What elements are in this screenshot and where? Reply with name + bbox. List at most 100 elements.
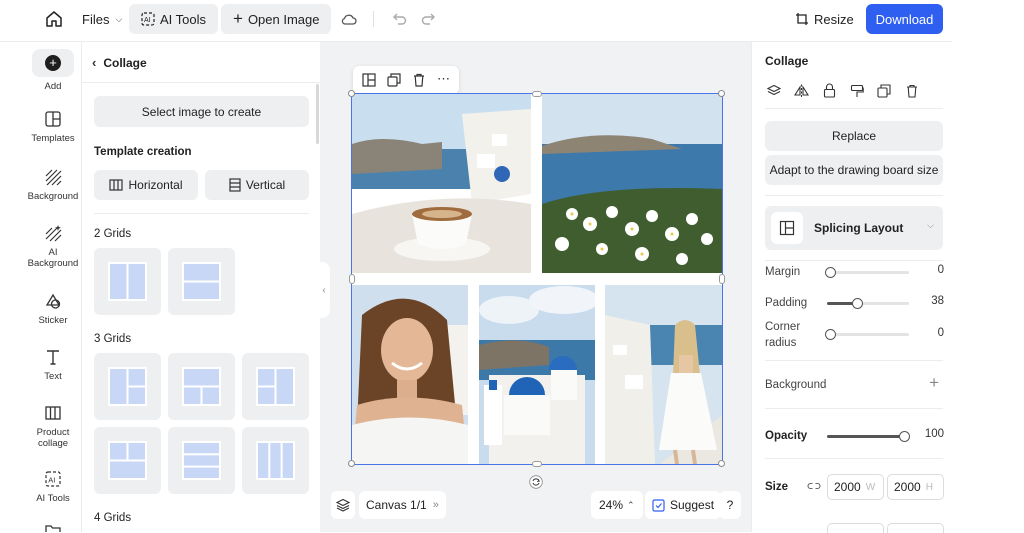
zoom-selector[interactable]: 24% ⌃ — [591, 491, 643, 519]
resize-handle[interactable] — [719, 274, 725, 284]
files-menu[interactable]: Files ⌵ — [80, 4, 124, 34]
resize-handle[interactable] — [532, 91, 542, 97]
collage-panel: ‹ Collage Select image to create Templat… — [82, 42, 320, 532]
adapt-size-button[interactable]: Adapt to the drawing board size — [765, 155, 943, 185]
resize-handle[interactable] — [348, 90, 355, 97]
collage-canvas[interactable] — [348, 90, 725, 467]
grid-template-3c-preview — [256, 367, 295, 406]
rail-item-ai-background[interactable]: AI Background — [25, 224, 81, 269]
add-background-icon[interactable]: + — [929, 373, 939, 393]
padding-slider[interactable] — [827, 298, 909, 309]
rotate-icon[interactable] — [529, 475, 543, 489]
size-label: Size — [765, 481, 789, 493]
photo-woman-dress[interactable] — [605, 285, 722, 464]
panel-scrollbar[interactable] — [316, 84, 319, 144]
layers-button[interactable] — [331, 491, 355, 519]
corner-radius-slider-knob[interactable] — [825, 329, 836, 340]
grid-template-3d[interactable] — [94, 427, 161, 494]
margin-slider-knob[interactable] — [825, 267, 836, 278]
grid-template-3f[interactable] — [242, 427, 309, 494]
select-image-button[interactable]: Select image to create — [94, 96, 309, 127]
svg-text:AI: AI — [144, 17, 151, 24]
rail-item-background[interactable]: Background — [25, 168, 81, 202]
grid-template-3c[interactable] — [242, 353, 309, 420]
trash-icon[interactable] — [905, 84, 919, 98]
layers-icon[interactable] — [767, 84, 781, 98]
rail-item-product-collage[interactable]: Product collage — [25, 404, 81, 449]
panel-header[interactable]: ‹ Collage — [92, 55, 147, 70]
resize-handle[interactable] — [349, 274, 355, 284]
panel-title: Collage — [103, 55, 147, 70]
resize-handle[interactable] — [348, 460, 355, 467]
resize-handle[interactable] — [532, 461, 542, 467]
photo-woman-smiling[interactable] — [352, 285, 468, 464]
replace-button[interactable]: Replace — [765, 121, 943, 151]
more-icon[interactable]: ⋯ — [437, 71, 451, 87]
home-icon[interactable] — [45, 10, 63, 28]
photo-coffee-santorini[interactable] — [352, 94, 531, 273]
panel-divider — [765, 458, 943, 459]
suggest-button[interactable]: Suggest — [645, 491, 722, 519]
splicing-layout-icon — [779, 220, 795, 236]
rail-item-ai-tools[interactable]: AI AI Tools — [25, 470, 81, 504]
rail-item-templates[interactable]: Templates — [25, 110, 81, 144]
trash-icon[interactable] — [412, 73, 426, 87]
duplicate-icon[interactable] — [877, 84, 891, 98]
rail-item-add[interactable]: + Add — [25, 49, 81, 92]
rail-item-sticker[interactable]: Sticker — [25, 292, 81, 326]
photo-flowers-sea-image — [542, 94, 722, 273]
resize-icon — [796, 13, 808, 25]
rail-item-label: AI Background — [27, 247, 79, 269]
grid-template-2b[interactable] — [168, 248, 235, 315]
splicing-layout-dropdown[interactable]: Splicing Layout ⌵ — [765, 206, 943, 250]
rail-item-text[interactable]: Text — [25, 348, 81, 382]
photo-flowers-sea[interactable] — [542, 94, 722, 273]
opacity-slider[interactable] — [827, 431, 910, 442]
vertical-button[interactable]: Vertical — [205, 170, 309, 200]
grid-template-3a[interactable] — [94, 353, 161, 420]
lock-icon[interactable] — [823, 83, 836, 98]
ai-tools-icon: AI — [45, 471, 61, 487]
grid-template-3b-preview — [182, 367, 221, 406]
layout-icon[interactable] — [362, 73, 376, 87]
corner-radius-slider[interactable] — [825, 329, 909, 340]
opacity-slider-knob[interactable] — [899, 431, 910, 442]
margin-slider[interactable] — [825, 267, 909, 278]
grid-template-2a[interactable] — [94, 248, 161, 315]
cloud-icon[interactable] — [340, 10, 358, 28]
rail-item-label: Sticker — [38, 315, 68, 326]
paint-format-icon[interactable] — [850, 84, 864, 98]
link-icon[interactable] — [807, 480, 821, 492]
resize-button[interactable]: Resize — [795, 4, 854, 34]
resize-handle[interactable] — [718, 90, 725, 97]
padding-slider-knob[interactable] — [852, 298, 863, 309]
undo-icon[interactable] — [390, 10, 408, 28]
horizontal-button[interactable]: Horizontal — [94, 170, 198, 200]
panel-divider — [765, 360, 943, 361]
padding-value: 38 — [931, 295, 944, 307]
toolbar-divider — [373, 11, 374, 27]
redo-icon[interactable] — [420, 10, 438, 28]
section-divider — [94, 213, 309, 214]
collapse-panel-button[interactable]: ‹ — [318, 262, 330, 318]
panel-divider — [765, 108, 943, 109]
duplicate-icon[interactable] — [387, 73, 401, 87]
plus-circle-icon: + — [45, 55, 61, 71]
chevron-left-icon[interactable]: ‹ — [92, 55, 96, 70]
grid-template-3b[interactable] — [168, 353, 235, 420]
download-button[interactable]: Download — [866, 4, 943, 34]
photo-blue-domes[interactable] — [479, 285, 595, 464]
canvas-page-selector[interactable]: Canvas 1/1 » — [359, 491, 446, 519]
folder-icon[interactable] — [44, 524, 62, 532]
rail-item-label: Product collage — [36, 427, 70, 449]
help-button[interactable]: ? — [719, 491, 741, 519]
height-input[interactable]: 2000 H — [887, 474, 944, 500]
resize-handle[interactable] — [718, 460, 725, 467]
grid-template-3e[interactable] — [168, 427, 235, 494]
rail-item-label: Add — [44, 81, 62, 92]
width-input[interactable]: 2000 W — [827, 474, 884, 500]
flip-icon[interactable] — [794, 84, 809, 98]
ai-tools-button[interactable]: AI AI Tools — [129, 4, 219, 34]
open-image-button[interactable]: + Open Image — [221, 4, 332, 34]
rail-item-label: Text — [44, 371, 62, 382]
